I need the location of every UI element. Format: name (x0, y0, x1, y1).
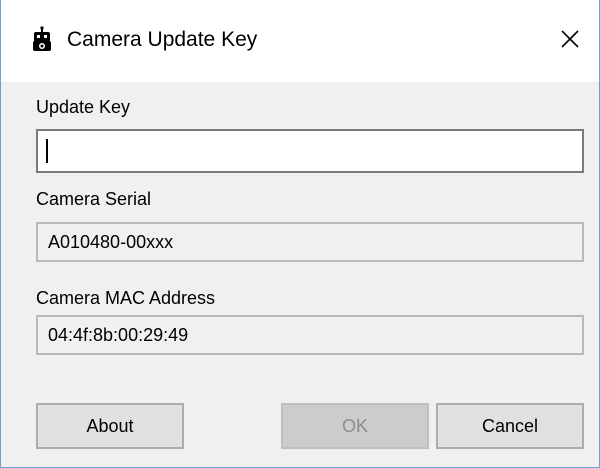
camera-serial-label: Camera Serial (36, 189, 152, 209)
camera-serial-field: A010480-00xxx (36, 222, 584, 262)
camera-mac-field: 04:4f:8b:00:29:49 (36, 315, 584, 355)
title-bar[interactable]: Camera Update Key (1, 0, 599, 82)
cancel-button[interactable]: Cancel (436, 403, 584, 449)
text-caret (46, 139, 48, 163)
about-button[interactable]: About (36, 403, 184, 449)
update-key-input[interactable] (36, 129, 584, 173)
robot-camera-icon (32, 26, 52, 52)
close-icon (561, 29, 579, 53)
dialog-window: Camera Update Key Update Key Camera Seri… (0, 0, 600, 468)
ok-button[interactable]: OK (281, 403, 429, 449)
camera-mac-label: Camera MAC Address (36, 288, 216, 308)
window-title: Camera Update Key (67, 28, 258, 51)
update-key-label: Update Key (36, 97, 131, 117)
camera-serial-value: A010480-00xxx (48, 231, 174, 252)
camera-mac-value: 04:4f:8b:00:29:49 (48, 324, 189, 345)
close-button[interactable] (541, 0, 599, 82)
